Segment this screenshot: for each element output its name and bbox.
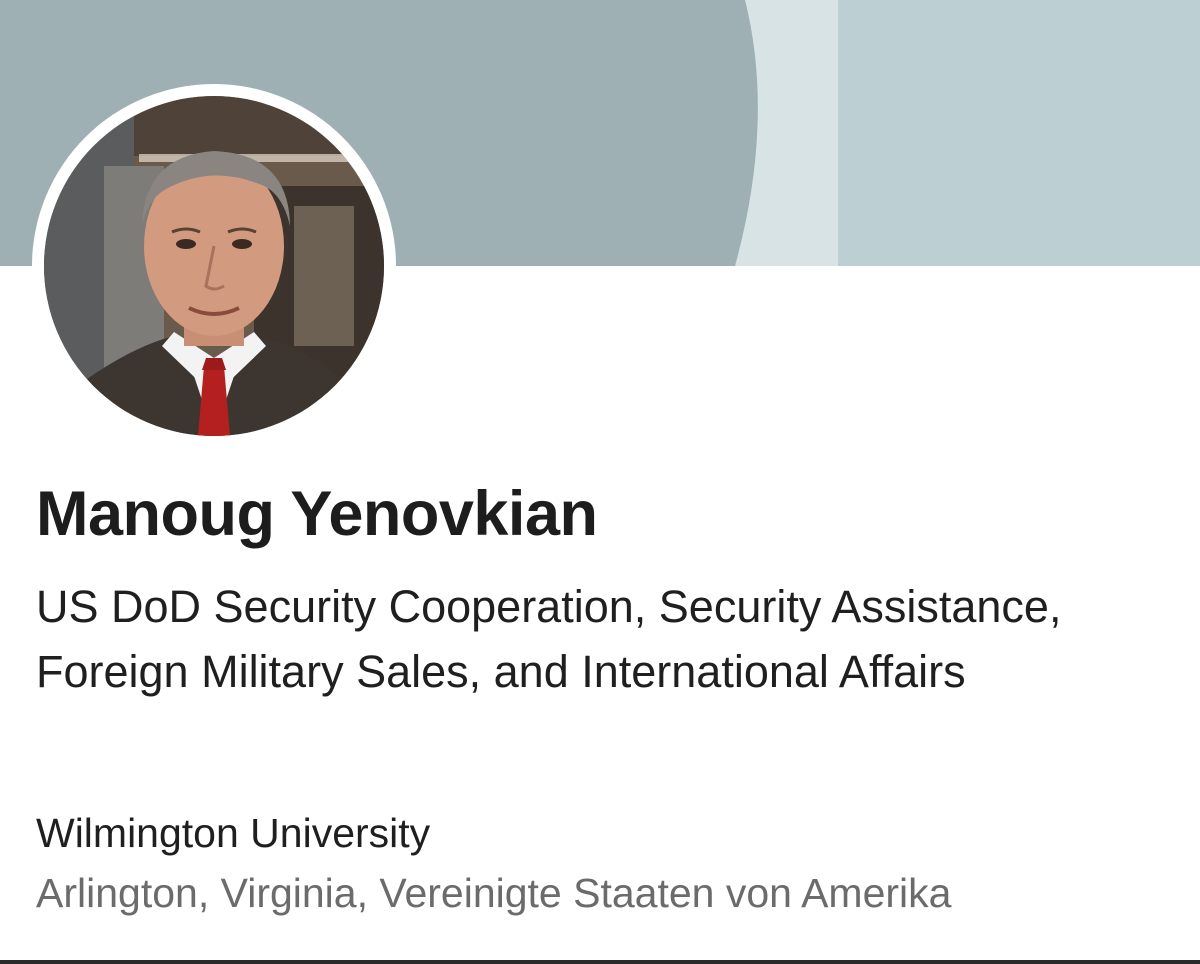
banner-right-panel [838,0,1200,266]
avatar[interactable] [44,96,384,436]
profile-photo [44,96,384,436]
profile-location: Arlington, Virginia, Vereinigte Staaten … [36,870,952,916]
profile-name: Manoug Yenovkian [36,479,598,549]
bottom-divider [0,960,1200,964]
profile-headline: US DoD Security Cooperation, Security As… [36,581,1062,697]
education-school[interactable]: Wilmington University [36,810,430,857]
